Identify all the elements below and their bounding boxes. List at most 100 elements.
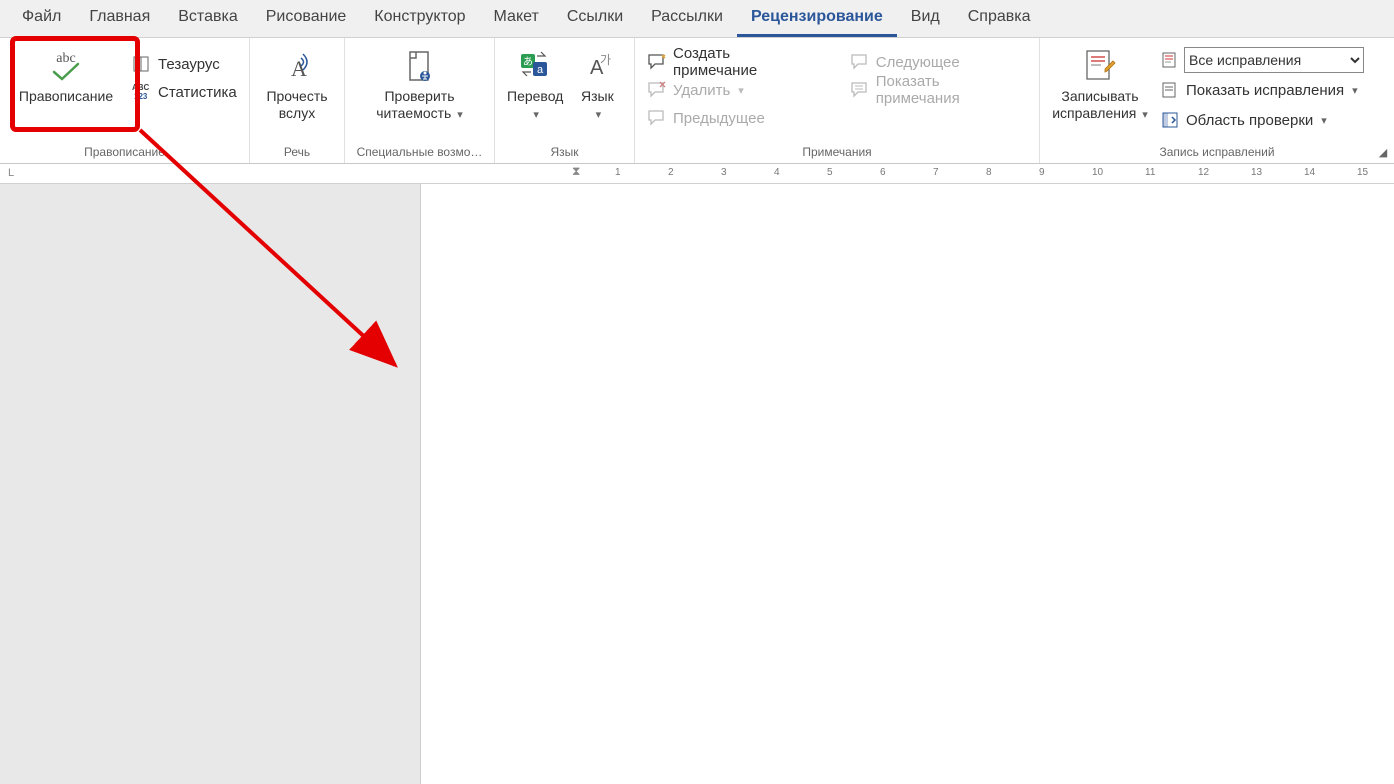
display-for-review-combo[interactable]: Все исправления [1184, 47, 1364, 73]
tab-design[interactable]: Конструктор [360, 0, 479, 37]
read-aloud-label: Прочестьвслух [266, 88, 327, 122]
horizontal-ruler[interactable]: ⧗ 1 2 3 4 5 6 7 8 9 10 11 12 13 14 15 [0, 164, 1394, 184]
tracking-dialog-launcher[interactable]: ◢ [1376, 145, 1390, 159]
tab-insert[interactable]: Вставка [164, 0, 251, 37]
group-spelling-label: Правописание [6, 143, 243, 163]
language-button[interactable]: A 가 Язык▾ [569, 42, 625, 126]
ribbon-tabs: Файл Главная Вставка Рисование Конструкт… [0, 0, 1394, 38]
spelling-button[interactable]: abc Правописание [6, 42, 126, 109]
tab-references[interactable]: Ссылки [553, 0, 637, 37]
svg-text:ABC: ABC [132, 83, 150, 92]
check-accessibility-button[interactable]: Проверитьчитаемость ▾ [370, 42, 468, 126]
display-review-icon [1160, 50, 1180, 70]
tab-draw[interactable]: Рисование [252, 0, 361, 37]
ruler-num: 4 [774, 167, 780, 178]
chevron-down-icon: ▾ [457, 109, 463, 121]
chevron-down-icon: ▾ [1142, 109, 1148, 121]
previous-comment-button: Предыдущее [641, 104, 824, 132]
svg-text:あ: あ [523, 56, 533, 68]
ruler-num: 8 [986, 167, 992, 178]
ruler-num: 13 [1251, 167, 1262, 178]
left-gutter [0, 184, 420, 784]
svg-text:가: 가 [600, 53, 611, 67]
chevron-down-icon: ▾ [533, 109, 539, 121]
reviewing-pane-icon [1160, 110, 1180, 130]
show-comments-label: Показать примечания [876, 73, 1027, 107]
next-comment-label: Следующее [876, 54, 960, 71]
ruler-num: 11 [1145, 167, 1155, 178]
statistics-label: Статистика [158, 84, 237, 101]
group-comments: Создать примечание Удалить ▾ Предыдущее [635, 38, 1040, 163]
delete-comment-label: Удалить [673, 82, 730, 99]
chevron-down-icon: ▾ [1321, 114, 1327, 127]
ruler-num: 2 [668, 167, 674, 178]
new-comment-icon [647, 52, 667, 72]
thesaurus-label: Тезаурус [158, 56, 220, 73]
next-comment-icon [850, 52, 870, 72]
tab-layout[interactable]: Макет [480, 0, 553, 37]
chevron-down-icon: ▾ [738, 84, 744, 97]
language-icon: A 가 [580, 46, 614, 86]
statistics-button[interactable]: ABC 123 Статистика [126, 78, 243, 106]
tab-help[interactable]: Справка [954, 0, 1045, 37]
translate-icon: あ a [517, 46, 553, 86]
read-aloud-button[interactable]: A Прочестьвслух [260, 42, 333, 126]
display-for-review-row: Все исправления [1154, 46, 1370, 74]
reviewing-pane-button[interactable]: Область проверки ▾ [1154, 106, 1370, 134]
statistics-icon: ABC 123 [132, 82, 152, 102]
group-language: あ a Перевод▾ A 가 Язык▾ [495, 38, 635, 163]
previous-comment-icon [647, 108, 667, 128]
group-tracking-label: Запись исправлений [1046, 143, 1388, 163]
language-label: Язык▾ [581, 88, 614, 122]
tab-file[interactable]: Файл [8, 0, 75, 37]
ruler-num: 7 [933, 167, 939, 178]
tab-review[interactable]: Рецензирование [737, 0, 897, 37]
thesaurus-button[interactable]: Тезаурус [126, 50, 243, 78]
chevron-down-icon: ▾ [1352, 84, 1358, 97]
new-comment-button[interactable]: Создать примечание [641, 48, 824, 76]
spellcheck-icon: abc [44, 46, 88, 86]
group-speech-label: Речь [256, 143, 338, 163]
group-accessibility: Проверитьчитаемость ▾ Специальные возмо… [345, 38, 495, 163]
group-speech: A Прочестьвслух Речь [250, 38, 345, 163]
ribbon: abc Правописание Тезаурус ABC [0, 38, 1394, 164]
translate-label: Перевод▾ [507, 88, 563, 122]
spelling-label: Правописание [19, 88, 113, 105]
ruler-num: 15 [1357, 167, 1368, 178]
group-language-label: Язык [501, 143, 628, 163]
document-page[interactable] [420, 184, 1394, 784]
ruler-num: 6 [880, 167, 886, 178]
group-spelling: abc Правописание Тезаурус ABC [0, 38, 250, 163]
tab-mailings[interactable]: Рассылки [637, 0, 737, 37]
check-accessibility-label: Проверитьчитаемость ▾ [376, 88, 462, 122]
tab-view[interactable]: Вид [897, 0, 954, 37]
track-changes-button[interactable]: Записыватьисправления ▾ [1046, 42, 1154, 126]
next-comment-button: Следующее [844, 48, 1033, 76]
show-markup-icon [1160, 80, 1180, 100]
translate-button[interactable]: あ a Перевод▾ [501, 42, 569, 126]
ruler-ticks: 1 2 3 4 5 6 7 8 9 10 11 12 13 14 15 [420, 164, 1394, 184]
group-accessibility-label: Специальные возмо… [351, 143, 488, 163]
track-changes-label: Записыватьисправления ▾ [1052, 88, 1148, 122]
read-aloud-icon: A [279, 46, 315, 86]
show-comments-icon [850, 80, 870, 100]
ruler-num: 1 [615, 167, 621, 178]
show-markup-button[interactable]: Показать исправления ▾ [1154, 76, 1370, 104]
accessibility-icon [402, 46, 436, 86]
tab-selector-icon[interactable]: L [8, 167, 14, 179]
ruler-num: 5 [827, 167, 833, 178]
delete-comment-icon [647, 80, 667, 100]
ruler-num: 12 [1198, 167, 1209, 178]
ruler-num: 14 [1304, 167, 1315, 178]
chevron-down-icon: ▾ [596, 109, 602, 121]
svg-text:123: 123 [134, 92, 148, 101]
svg-text:abc: abc [56, 51, 75, 66]
delete-comment-button: Удалить ▾ [641, 76, 824, 104]
reviewing-pane-label: Область проверки [1186, 112, 1313, 129]
ruler-num: 10 [1092, 167, 1103, 178]
show-comments-button: Показать примечания [844, 76, 1033, 104]
svg-text:a: a [537, 64, 544, 76]
tab-home[interactable]: Главная [75, 0, 164, 37]
ruler-num: 3 [721, 167, 727, 178]
document-area [0, 184, 1394, 784]
